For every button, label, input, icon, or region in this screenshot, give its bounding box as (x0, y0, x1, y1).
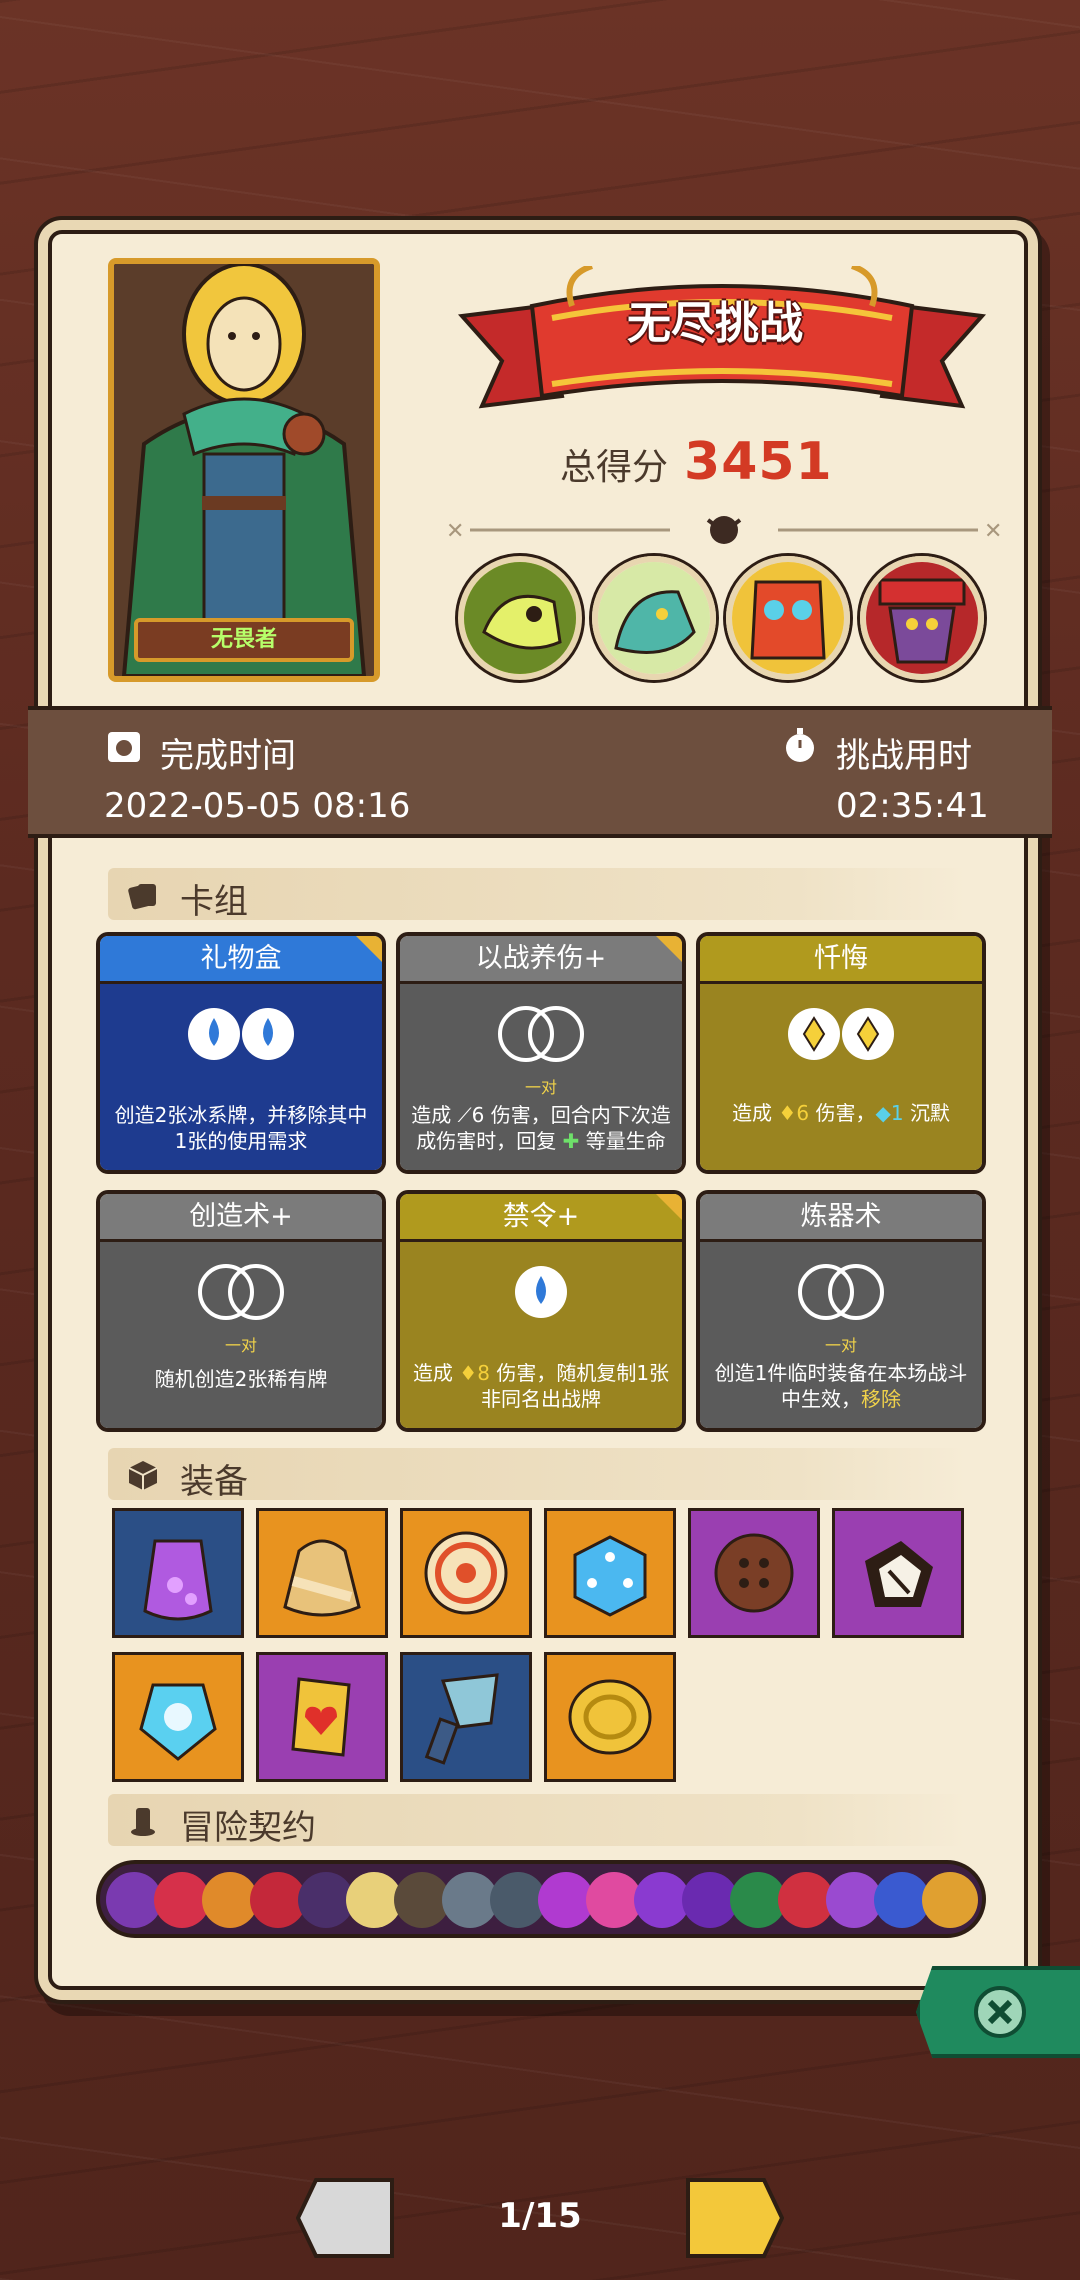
cleaver-icon (424, 1673, 499, 1765)
equipment-slot-1[interactable] (112, 1508, 244, 1638)
card-pair-label: 一对 (224, 1336, 257, 1355)
contracts-title: 冒险契约 (180, 1808, 316, 1848)
equipment-slot-3[interactable] (400, 1508, 532, 1638)
ice-crest-icon (139, 1683, 217, 1761)
card-desc: 造成 ⟋6 伤害，回合内下次造成伤害时，回复 ✚ 等量生命 (411, 1103, 671, 1153)
card-pair-label: 一对 (824, 1336, 857, 1355)
hero-illustration (114, 264, 374, 676)
purple-potion-jug-icon (143, 1539, 213, 1621)
next-page-button[interactable] (684, 2176, 784, 2260)
wooden-button-icon (714, 1533, 794, 1613)
card-desc: 造成 ♦8 伤害，随机复制1张非同名出战牌 (412, 1361, 670, 1411)
card-name: 以战养伤+ (400, 936, 682, 984)
boss-divider: ✕ ✕ (446, 516, 1002, 544)
equipment-slot-8[interactable] (256, 1652, 388, 1782)
deck-card-5[interactable]: 禁令+ 造成 ♦8 伤害，随机复制1张非同名出战牌 (396, 1190, 686, 1432)
hero-name: 无畏者 (134, 618, 354, 662)
card-name: 炼器术 (700, 1194, 982, 1242)
gold-coin-icon (568, 1679, 652, 1755)
equipment-slot-9[interactable] (400, 1652, 532, 1782)
equipment-slot-2[interactable] (256, 1508, 388, 1638)
box-icon (128, 1461, 158, 1490)
page-indicator: 1/15 (498, 2196, 582, 2236)
deck-card-2[interactable]: 以战养伤+ 一对 造成 ⟋6 伤害，回合内下次造成伤害时，回复 ✚ 等量生命 (396, 932, 686, 1174)
deck-card-1[interactable]: 礼物盒 创造2张冰系牌，并移除其中1张的使用需求 (96, 932, 386, 1174)
blue-dice-icon (573, 1535, 647, 1617)
card-name: 创造术+ (100, 1194, 382, 1242)
score-label: 总得分 (560, 447, 669, 488)
cracked-dice-icon (865, 1541, 933, 1607)
water-cost-icon (188, 1008, 294, 1060)
tribal-mask-boss-icon (732, 562, 844, 674)
contracts-section-header: 冒险契约 (108, 1794, 968, 1848)
equipment-slot-4[interactable] (544, 1508, 676, 1638)
previous-page-button[interactable] (296, 2176, 396, 2260)
card-name: 忏悔 (700, 936, 982, 984)
close-icon (974, 1986, 1026, 2038)
svg-text:✕: ✕ (984, 519, 1002, 544)
contracts-strip[interactable] (96, 1860, 986, 1938)
boss-portrait-2[interactable] (592, 556, 716, 680)
duration-value: 02:35:41 (836, 786, 989, 826)
boss-portrait-4[interactable] (860, 556, 984, 680)
skull-icon (710, 516, 738, 544)
card-name: 礼物盒 (100, 936, 382, 984)
completion-time-value: 2022-05-05 08:16 (104, 786, 411, 826)
score-value: 3451 (684, 432, 833, 492)
equipment-section-header: 装备 (108, 1448, 968, 1502)
deck-title: 卡组 (180, 882, 248, 922)
deck-card-4[interactable]: 创造术+ 一对 随机创造2张稀有牌 (96, 1190, 386, 1432)
dino-skull-boss-icon (464, 562, 576, 674)
card-desc: 随机创造2张稀有牌 (154, 1367, 328, 1391)
card-desc: 创造2张冰系牌，并移除其中1张的使用需求 (114, 1103, 368, 1153)
hero-portrait[interactable]: 无畏者 (108, 258, 380, 682)
card-name: 禁令+ (400, 1194, 682, 1242)
red-hat-boss-icon (866, 562, 978, 674)
equipment-slot-10[interactable] (544, 1652, 676, 1782)
coin-sack-icon (283, 1539, 361, 1617)
pair-cost-icon (498, 1006, 584, 1062)
pair-cost-icon (198, 1264, 284, 1320)
contract-icon (922, 1872, 978, 1928)
heart-shield-icon (291, 1677, 351, 1757)
scroll-icon (131, 1808, 155, 1836)
completion-bar: 完成时间 2022-05-05 08:16 挑战用时 02:35:41 (28, 706, 1052, 838)
pair-cost-icon (798, 1264, 884, 1320)
cards-icon (128, 884, 156, 910)
duration-label: 挑战用时 (836, 736, 972, 776)
dragon-boss-icon (598, 562, 710, 674)
round-shield-icon (424, 1531, 508, 1615)
calendar-icon (108, 732, 140, 762)
card-desc: 创造1件临时装备在本场战斗中生效，移除 (714, 1361, 968, 1411)
mode-title: 无尽挑战 (627, 298, 803, 349)
boss-portrait-3[interactable] (726, 556, 850, 680)
completion-time-label: 完成时间 (160, 736, 296, 776)
water-cost-icon (515, 1266, 567, 1318)
stopwatch-icon (786, 728, 814, 762)
deck-card-6[interactable]: 炼器术 一对 创造1件临时装备在本场战斗中生效，移除 (696, 1190, 986, 1432)
deck-section-header: 卡组 (108, 868, 968, 922)
deck-card-3[interactable]: 忏悔 造成 ♦6 伤害，◆1 沉默 (696, 932, 986, 1174)
close-button[interactable] (916, 1966, 1080, 2058)
svg-text:✕: ✕ (446, 519, 464, 544)
card-desc: 造成 ♦6 伤害，◆1 沉默 (732, 1101, 950, 1125)
card-pair-label: 一对 (524, 1078, 557, 1097)
equipment-slot-7[interactable] (112, 1652, 244, 1782)
equipment-title: 装备 (180, 1462, 248, 1502)
gold-cost-icon (788, 1008, 894, 1060)
equipment-slot-5[interactable] (688, 1508, 820, 1638)
equipment-slot-6[interactable] (832, 1508, 964, 1638)
score-row: 总得分 3451 (560, 432, 833, 502)
boss-portrait-1[interactable] (458, 556, 582, 680)
